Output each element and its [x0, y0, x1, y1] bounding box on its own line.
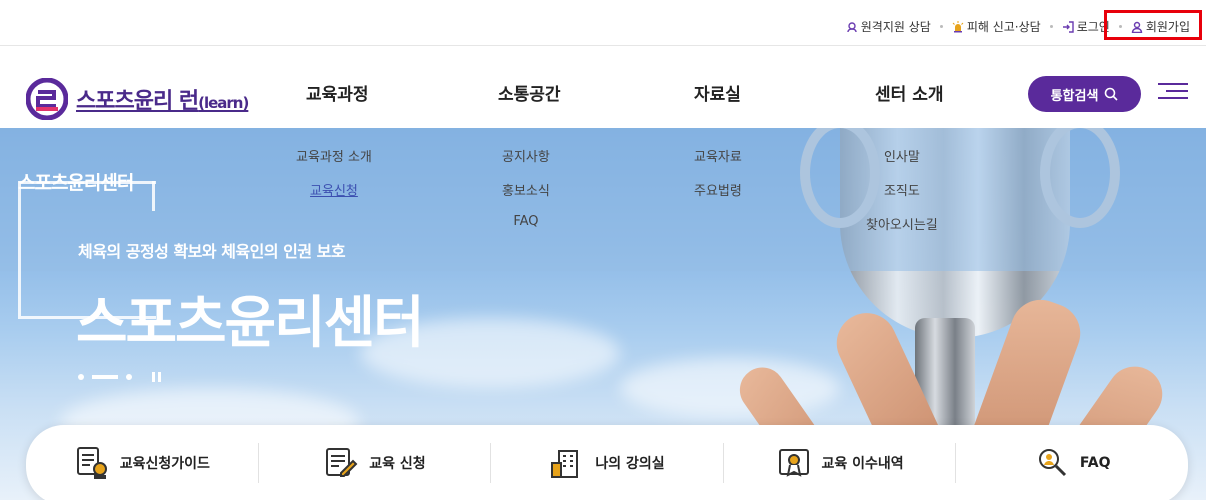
menu-line: [1166, 90, 1188, 92]
quick-item-apply[interactable]: 교육 신청: [259, 443, 492, 483]
nav-item-community[interactable]: 소통공간: [498, 80, 561, 105]
quick-item-label: 교육 이수내역: [821, 456, 904, 472]
search-button-label: 통합검색: [1050, 87, 1099, 103]
nav-item-resources[interactable]: 자료실: [694, 80, 741, 105]
quick-item-label: 교육신청가이드: [119, 456, 210, 472]
menu-line: [1158, 83, 1188, 85]
remote-support-link[interactable]: 원격지원 상담: [846, 18, 931, 35]
decorative-bracket: [152, 181, 155, 211]
siren-icon: [952, 20, 964, 32]
login-label: 로그인: [1076, 20, 1110, 34]
logo-text: 스포츠윤리 런(learn): [76, 83, 249, 115]
dropdown-item[interactable]: 공지사항: [502, 146, 550, 165]
dropdown-item[interactable]: FAQ: [513, 214, 538, 232]
dropdown-item[interactable]: 찾아오시는길: [866, 214, 938, 233]
nav-item-about[interactable]: 센터 소개: [875, 80, 943, 105]
logo-sub-text: (learn): [198, 94, 249, 112]
dropdown-item[interactable]: 인사말: [884, 146, 920, 165]
separator-dot: [1049, 25, 1053, 28]
dropdown-item-active[interactable]: 교육신청: [310, 180, 358, 199]
nav-item-courses[interactable]: 교육과정: [306, 80, 369, 105]
dropdown-item[interactable]: 주요법령: [694, 180, 742, 199]
dropdown-col-courses: 교육과정 소개 교육신청: [296, 146, 372, 199]
slider-controls: [78, 372, 161, 382]
search-person-icon: [1038, 449, 1066, 477]
hero-side-title: 스포츠윤리센터: [18, 172, 134, 194]
quick-item-classroom[interactable]: 나의 강의실: [491, 443, 724, 483]
edit-form-icon: [326, 448, 358, 477]
signup-label: 회원가입: [1145, 20, 1190, 34]
signup-link[interactable]: 회원가입: [1131, 18, 1190, 35]
guide-document-icon: [76, 447, 107, 479]
slider-dot[interactable]: [78, 374, 84, 380]
building-icon: [551, 450, 579, 478]
integrated-search-button[interactable]: 통합검색: [1028, 76, 1141, 112]
headset-icon: [847, 21, 857, 32]
hamburger-menu-button[interactable]: [1158, 78, 1188, 104]
dropdown-col-about: 인사말 조직도 찾아오시는길: [866, 146, 938, 233]
report-link[interactable]: 피해 신고·상담: [952, 18, 1041, 35]
remote-support-label: 원격지원 상담: [860, 20, 931, 34]
quick-item-label: 나의 강의실: [595, 456, 665, 472]
site-logo[interactable]: 스포츠윤리 런(learn): [26, 78, 249, 120]
separator-dot: [939, 25, 943, 28]
quick-item-label: 교육 신청: [369, 456, 426, 472]
hero-subtitle: 체육의 공정성 확보와 체육인의 인권 보호: [78, 242, 346, 261]
certificate-icon: [778, 449, 809, 477]
login-icon: [1062, 20, 1074, 33]
quick-item-guide[interactable]: 교육신청가이드: [26, 443, 259, 483]
cloud-shape: [620, 358, 840, 418]
slider-dot[interactable]: [126, 374, 132, 380]
dropdown-item[interactable]: 홍보소식: [502, 180, 550, 199]
quick-item-history[interactable]: 교육 이수내역: [724, 443, 957, 483]
separator-dot: [1118, 25, 1122, 28]
menu-line: [1158, 97, 1188, 99]
report-label: 피해 신고·상담: [966, 20, 1041, 34]
utility-bar: 원격지원 상담 피해 신고·상담 로그인 회원가입: [0, 0, 1206, 46]
quick-menu-bar: 교육신청가이드 교육 신청 나의 강의실 교육 이수내역 FAQ: [26, 425, 1188, 500]
login-link[interactable]: 로그인: [1062, 18, 1110, 35]
dropdown-item[interactable]: 교육자료: [694, 146, 742, 165]
quick-item-faq[interactable]: FAQ: [956, 443, 1188, 483]
dropdown-item[interactable]: 조직도: [884, 180, 920, 199]
dropdown-col-community: 공지사항 홍보소식 FAQ: [502, 146, 550, 232]
hero-title: 스포츠윤리센터: [76, 291, 425, 356]
quick-item-label: FAQ: [1079, 455, 1111, 471]
pause-icon[interactable]: [152, 372, 161, 382]
dropdown-col-resources: 교육자료 주요법령: [694, 146, 742, 199]
search-icon: [1105, 87, 1118, 101]
dropdown-item[interactable]: 교육과정 소개: [296, 146, 372, 165]
user-icon: [1131, 21, 1143, 33]
main-header: 스포츠윤리 런(learn) 교육과정 소통공간 자료실 센터 소개 통합검색: [0, 58, 1206, 128]
utility-links: 원격지원 상담 피해 신고·상담 로그인 회원가입: [846, 18, 1190, 35]
slider-dot-active[interactable]: [92, 375, 118, 379]
logo-mark-icon: [26, 78, 68, 120]
logo-main-text: 스포츠윤리 런: [76, 89, 199, 114]
